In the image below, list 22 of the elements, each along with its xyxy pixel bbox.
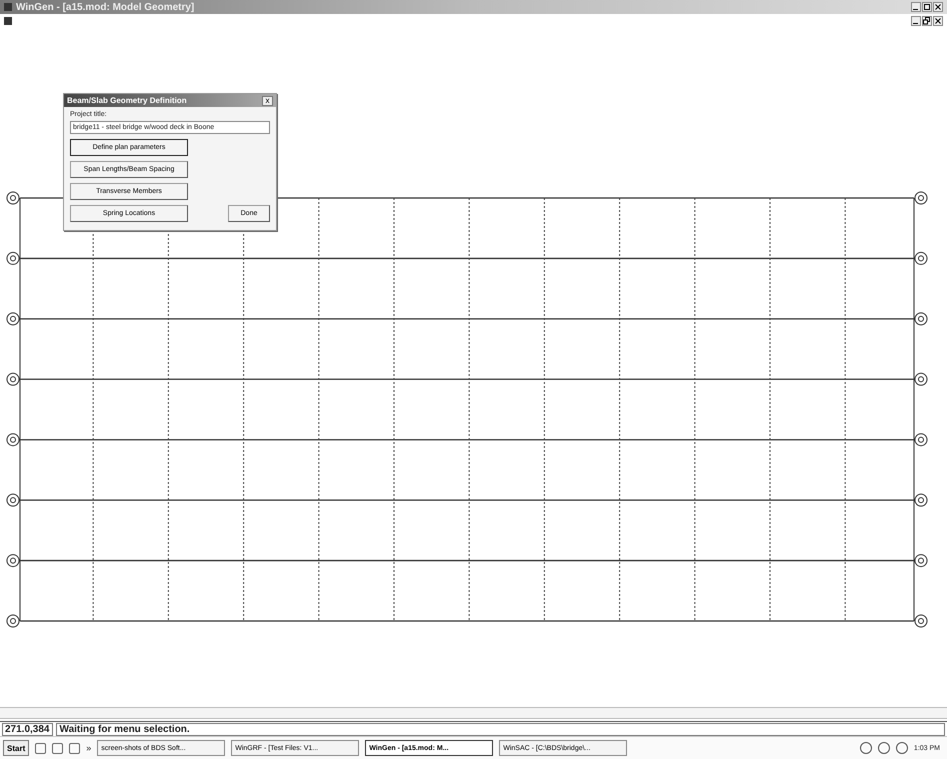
quick-launch-icon[interactable]: [52, 742, 64, 754]
window-title: WinGen - [a15.mod: Model Geometry]: [16, 2, 194, 12]
app-icon: [4, 3, 12, 11]
quick-launch-icon[interactable]: [69, 742, 80, 754]
minimize-button[interactable]: [911, 2, 921, 12]
more-button[interactable]: »: [86, 743, 92, 753]
close-button[interactable]: x: [262, 96, 273, 106]
minimize-button[interactable]: [911, 16, 921, 26]
tray-icon[interactable]: [860, 742, 872, 754]
tray-icon[interactable]: [896, 742, 908, 754]
tray-icon[interactable]: [878, 742, 890, 754]
quick-launch-icon[interactable]: [35, 742, 46, 754]
dialog-title: Beam/Slab Geometry Definition: [67, 96, 187, 105]
status-coordinates: 271.0,384: [2, 722, 52, 736]
maximize-button[interactable]: [922, 2, 932, 12]
status-message: Waiting for menu selection.: [56, 722, 945, 736]
close-button[interactable]: [933, 16, 943, 26]
document-icon: [4, 17, 12, 25]
restore-button[interactable]: [922, 16, 932, 26]
horizontal-scrollbar[interactable]: [0, 707, 947, 719]
start-button[interactable]: Start: [3, 740, 30, 756]
close-button[interactable]: [933, 2, 943, 12]
